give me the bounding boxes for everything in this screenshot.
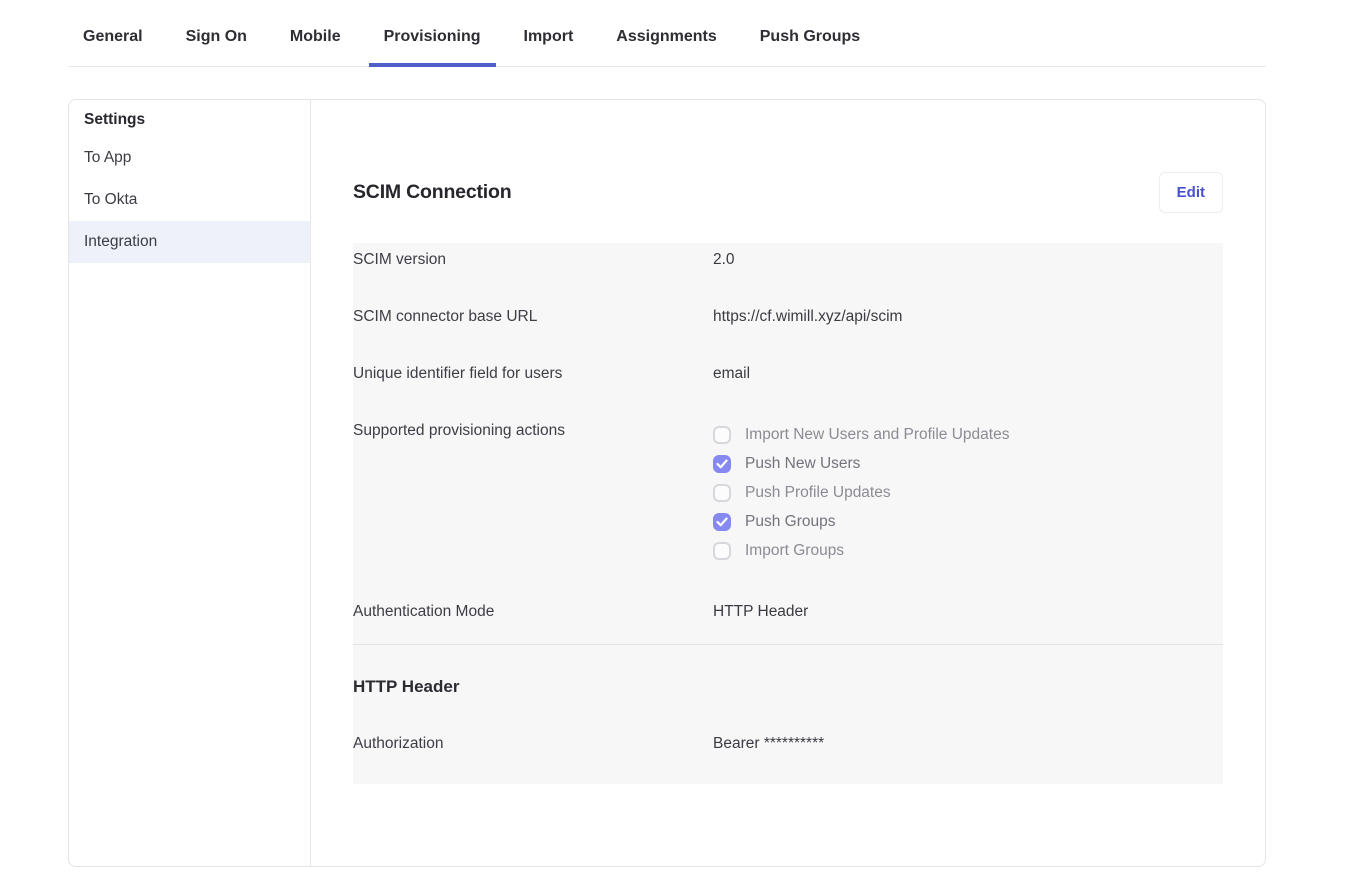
settings-sidebar: Settings To App To Okta Integration: [69, 100, 311, 866]
sidebar-item-integration[interactable]: Integration: [69, 221, 310, 263]
tab-sign-on[interactable]: Sign On: [171, 27, 262, 67]
field-row-authorization: Authorization Bearer **********: [353, 715, 1223, 772]
checkbox-label: Import Groups: [745, 540, 844, 561]
tab-provisioning[interactable]: Provisioning: [369, 27, 496, 67]
checkbox-option-import-groups[interactable]: Import Groups: [713, 536, 1009, 565]
field-label: Supported provisioning actions: [353, 420, 713, 565]
provisioning-actions-list: Import New Users and Profile Updates Pus…: [713, 420, 1009, 565]
checkbox-icon[interactable]: [713, 484, 731, 502]
field-label: Unique identifier field for users: [353, 363, 713, 384]
tab-push-groups[interactable]: Push Groups: [745, 27, 875, 67]
field-row-scim-version: SCIM version 2.0: [353, 243, 1223, 288]
checkbox-label: Push New Users: [745, 453, 860, 474]
checkbox-label: Push Groups: [745, 511, 835, 532]
checkmark-icon: [716, 459, 728, 469]
field-row-unique-identifier: Unique identifier field for users email: [353, 345, 1223, 402]
field-value: Bearer **********: [713, 733, 824, 754]
tab-general[interactable]: General: [68, 27, 158, 67]
app-tab-bar: General Sign On Mobile Provisioning Impo…: [68, 0, 1266, 67]
sidebar-item-to-app[interactable]: To App: [69, 137, 310, 179]
checkbox-label: Import New Users and Profile Updates: [745, 424, 1009, 445]
field-label: Authorization: [353, 733, 713, 754]
checkbox-option-push-profile-updates[interactable]: Push Profile Updates: [713, 478, 1009, 507]
checkbox-option-import-new-users[interactable]: Import New Users and Profile Updates: [713, 420, 1009, 449]
sidebar-item-to-okta[interactable]: To Okta: [69, 179, 310, 221]
field-value: https://cf.wimill.xyz/api/scim: [713, 306, 902, 327]
field-row-provisioning-actions: Supported provisioning actions Import Ne…: [353, 402, 1223, 583]
checkmark-icon: [716, 517, 728, 527]
field-value: email: [713, 363, 750, 384]
tab-import[interactable]: Import: [509, 27, 589, 67]
page-title: SCIM Connection: [353, 181, 511, 204]
checkbox-icon[interactable]: [713, 426, 731, 444]
scim-details-panel: SCIM version 2.0 SCIM connector base URL…: [353, 243, 1223, 784]
checkbox-icon[interactable]: [713, 513, 731, 531]
field-row-base-url: SCIM connector base URL https://cf.wimil…: [353, 288, 1223, 345]
http-header-subheading: HTTP Header: [353, 645, 1223, 715]
checkbox-icon[interactable]: [713, 455, 731, 473]
field-label: Authentication Mode: [353, 601, 713, 622]
main-content: SCIM Connection Edit SCIM version 2.0 SC…: [311, 100, 1265, 866]
field-label: SCIM connector base URL: [353, 306, 713, 327]
provisioning-card: Settings To App To Okta Integration SCIM…: [68, 99, 1266, 867]
tab-assignments[interactable]: Assignments: [601, 27, 731, 67]
field-row-authentication-mode: Authentication Mode HTTP Header: [353, 583, 1223, 640]
checkbox-option-push-groups[interactable]: Push Groups: [713, 507, 1009, 536]
checkbox-label: Push Profile Updates: [745, 482, 891, 503]
section-header: SCIM Connection Edit: [353, 172, 1223, 213]
tab-mobile[interactable]: Mobile: [275, 27, 356, 67]
checkbox-option-push-new-users[interactable]: Push New Users: [713, 449, 1009, 478]
sidebar-header: Settings: [69, 100, 310, 137]
field-value: 2.0: [713, 249, 735, 270]
field-value: HTTP Header: [713, 601, 808, 622]
edit-button[interactable]: Edit: [1159, 172, 1223, 213]
checkbox-icon[interactable]: [713, 542, 731, 560]
field-label: SCIM version: [353, 249, 713, 270]
